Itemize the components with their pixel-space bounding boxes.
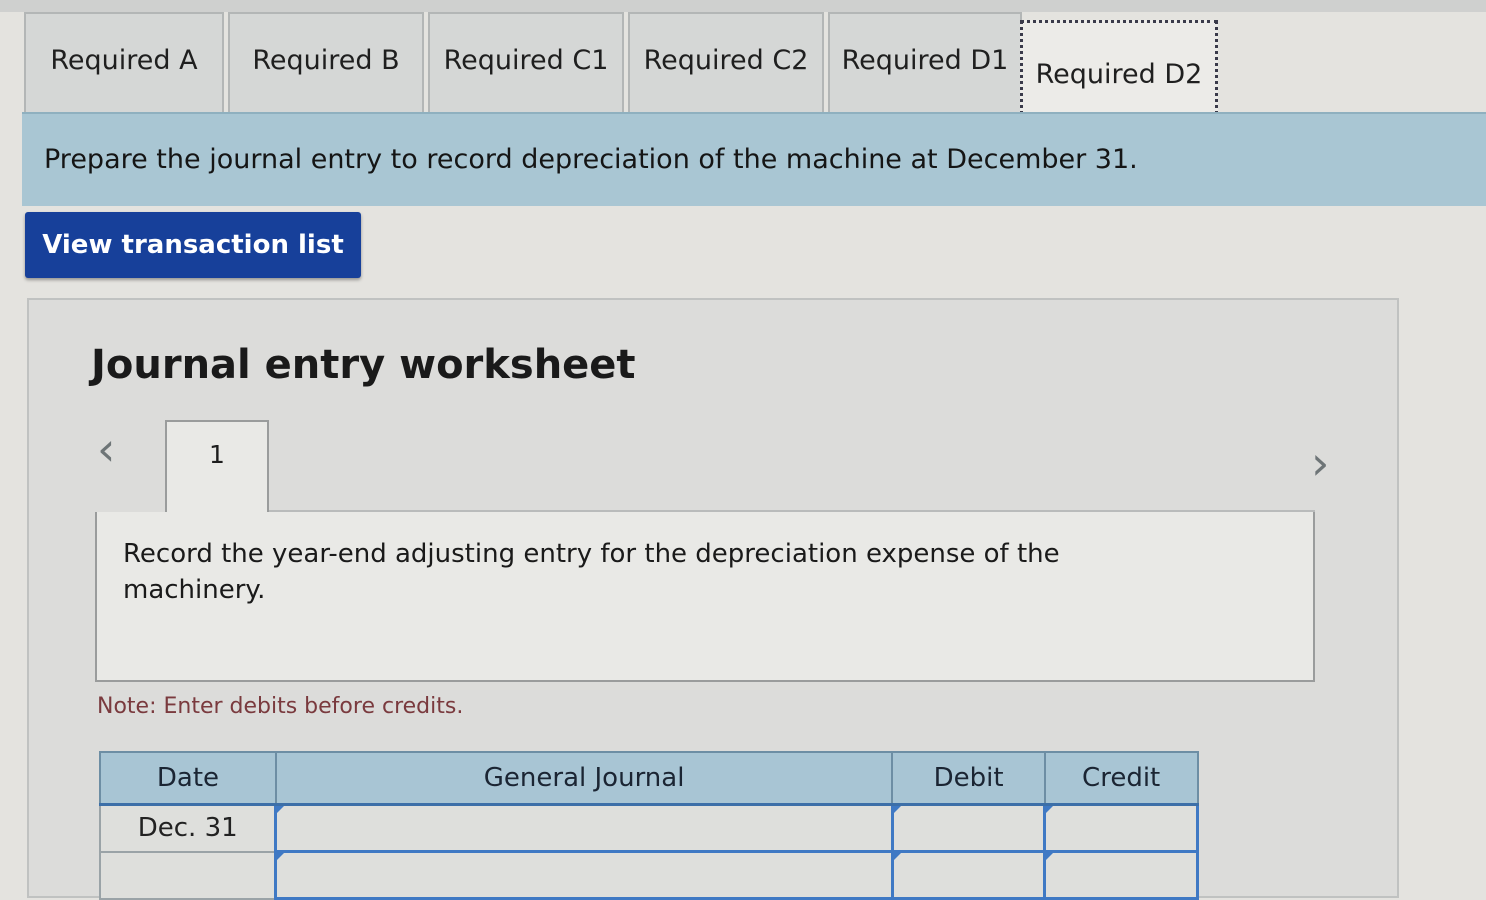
- instruction-text: Prepare the journal entry to record depr…: [44, 144, 1138, 175]
- account-input[interactable]: [274, 850, 894, 900]
- debit-credit-note: Note: Enter debits before credits.: [97, 694, 464, 719]
- table-row: Dec. 31: [99, 803, 1199, 853]
- journal-header-row: Date General Journal Debit Credit: [99, 751, 1199, 806]
- entry-description: Record the year-end adjusting entry for …: [123, 539, 1060, 605]
- header-date: Date: [99, 751, 277, 806]
- tab-required-c2[interactable]: Required C2: [628, 12, 824, 118]
- chevron-right-icon[interactable]: ›: [1311, 440, 1329, 486]
- journal-table: Date General Journal Debit Credit Dec. 3…: [99, 751, 1199, 900]
- instruction-banner: Prepare the journal entry to record depr…: [22, 112, 1486, 206]
- credit-input[interactable]: [1043, 803, 1199, 853]
- header-credit: Credit: [1043, 751, 1199, 806]
- view-transaction-list-button[interactable]: View transaction list: [25, 212, 361, 278]
- debit-input[interactable]: [890, 803, 1047, 853]
- requirement-tabs: Required A Required B Required C1 Requir…: [22, 8, 1486, 128]
- worksheet-title: Journal entry worksheet: [91, 342, 636, 388]
- tab-required-c1[interactable]: Required C1: [428, 12, 624, 118]
- chevron-left-icon[interactable]: ‹: [97, 426, 115, 472]
- entry-description-box: Record the year-end adjusting entry for …: [95, 512, 1315, 682]
- date-cell: Dec. 31: [99, 803, 277, 853]
- credit-input[interactable]: [1043, 850, 1199, 900]
- debit-input[interactable]: [890, 850, 1047, 900]
- journal-entry-worksheet-panel: Journal entry worksheet ‹ 1 › Record the…: [27, 298, 1399, 900]
- tab-required-a[interactable]: Required A: [24, 12, 224, 118]
- header-debit: Debit: [891, 751, 1046, 806]
- date-cell: [99, 850, 277, 900]
- table-row: [99, 850, 1199, 900]
- step-tab-1[interactable]: 1: [165, 420, 269, 512]
- account-input[interactable]: [274, 803, 894, 853]
- step-number: 1: [209, 440, 225, 469]
- header-general-journal: General Journal: [274, 751, 894, 806]
- tab-required-b[interactable]: Required B: [228, 12, 424, 118]
- tab-required-d1[interactable]: Required D1: [828, 12, 1022, 118]
